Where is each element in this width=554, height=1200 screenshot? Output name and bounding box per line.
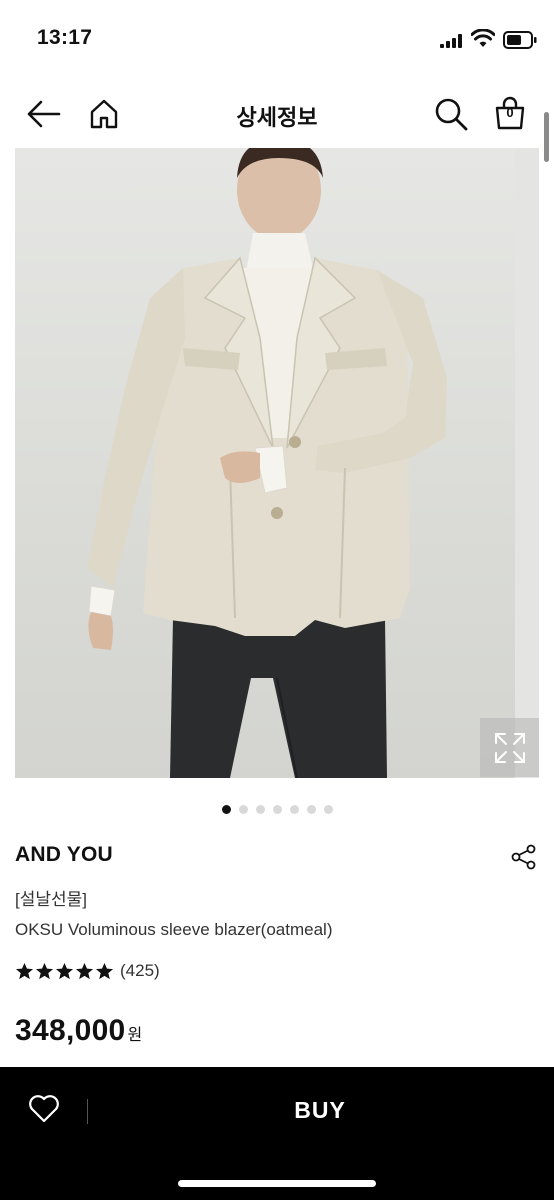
wifi-icon bbox=[471, 29, 495, 47]
cart-count-badge: 0 bbox=[506, 105, 514, 120]
home-indicator bbox=[178, 1180, 376, 1187]
status-time: 13:17 bbox=[37, 26, 93, 49]
carousel-dot[interactable] bbox=[221, 805, 231, 814]
product-price: 348,000 원 bbox=[15, 1014, 143, 1048]
star-icon bbox=[95, 962, 114, 979]
rating[interactable]: (425) bbox=[15, 961, 160, 981]
carousel-dot[interactable] bbox=[289, 805, 299, 814]
expand-icon bbox=[494, 732, 525, 763]
bottom-action-bar: BUY bbox=[0, 1067, 554, 1200]
review-count: (425) bbox=[120, 961, 160, 980]
cellular-signal-icon bbox=[440, 34, 462, 48]
page-title: 상세정보 bbox=[236, 105, 318, 130]
price-value: 348,000 bbox=[15, 1014, 126, 1047]
star-icon bbox=[15, 962, 34, 979]
product-photo-illustration bbox=[87, 148, 539, 778]
star-icon bbox=[35, 962, 54, 979]
carousel-indicator bbox=[0, 805, 554, 814]
buy-button[interactable]: BUY bbox=[120, 1083, 520, 1137]
carousel-dot[interactable] bbox=[272, 805, 282, 814]
battery-icon bbox=[503, 31, 537, 49]
product-name: OKSU Voluminous sleeve blazer(oatmeal) bbox=[15, 920, 333, 939]
product-tag: [설날선물] bbox=[15, 890, 88, 909]
carousel-dot[interactable] bbox=[306, 805, 316, 814]
search-icon bbox=[435, 98, 468, 131]
carousel-dot[interactable] bbox=[323, 805, 333, 814]
product-image[interactable] bbox=[15, 148, 539, 778]
nav-bar: 상세정보 0 bbox=[0, 80, 554, 148]
brand-name[interactable]: AND YOU bbox=[15, 843, 113, 867]
share-icon[interactable] bbox=[510, 843, 538, 871]
zoom-button[interactable] bbox=[480, 718, 539, 777]
search-button[interactable] bbox=[432, 80, 470, 148]
star-icon bbox=[75, 962, 94, 979]
star-icon bbox=[55, 962, 74, 979]
carousel-dot[interactable] bbox=[255, 805, 265, 814]
divider bbox=[87, 1099, 88, 1124]
scrollbar[interactable] bbox=[544, 112, 549, 162]
price-currency: 원 bbox=[127, 1027, 143, 1044]
heart-icon[interactable] bbox=[28, 1093, 60, 1123]
status-bar: 13:17 bbox=[0, 0, 554, 80]
cart-button[interactable]: 0 bbox=[493, 80, 527, 148]
carousel-dot[interactable] bbox=[238, 805, 248, 814]
rating-stars bbox=[15, 962, 115, 981]
